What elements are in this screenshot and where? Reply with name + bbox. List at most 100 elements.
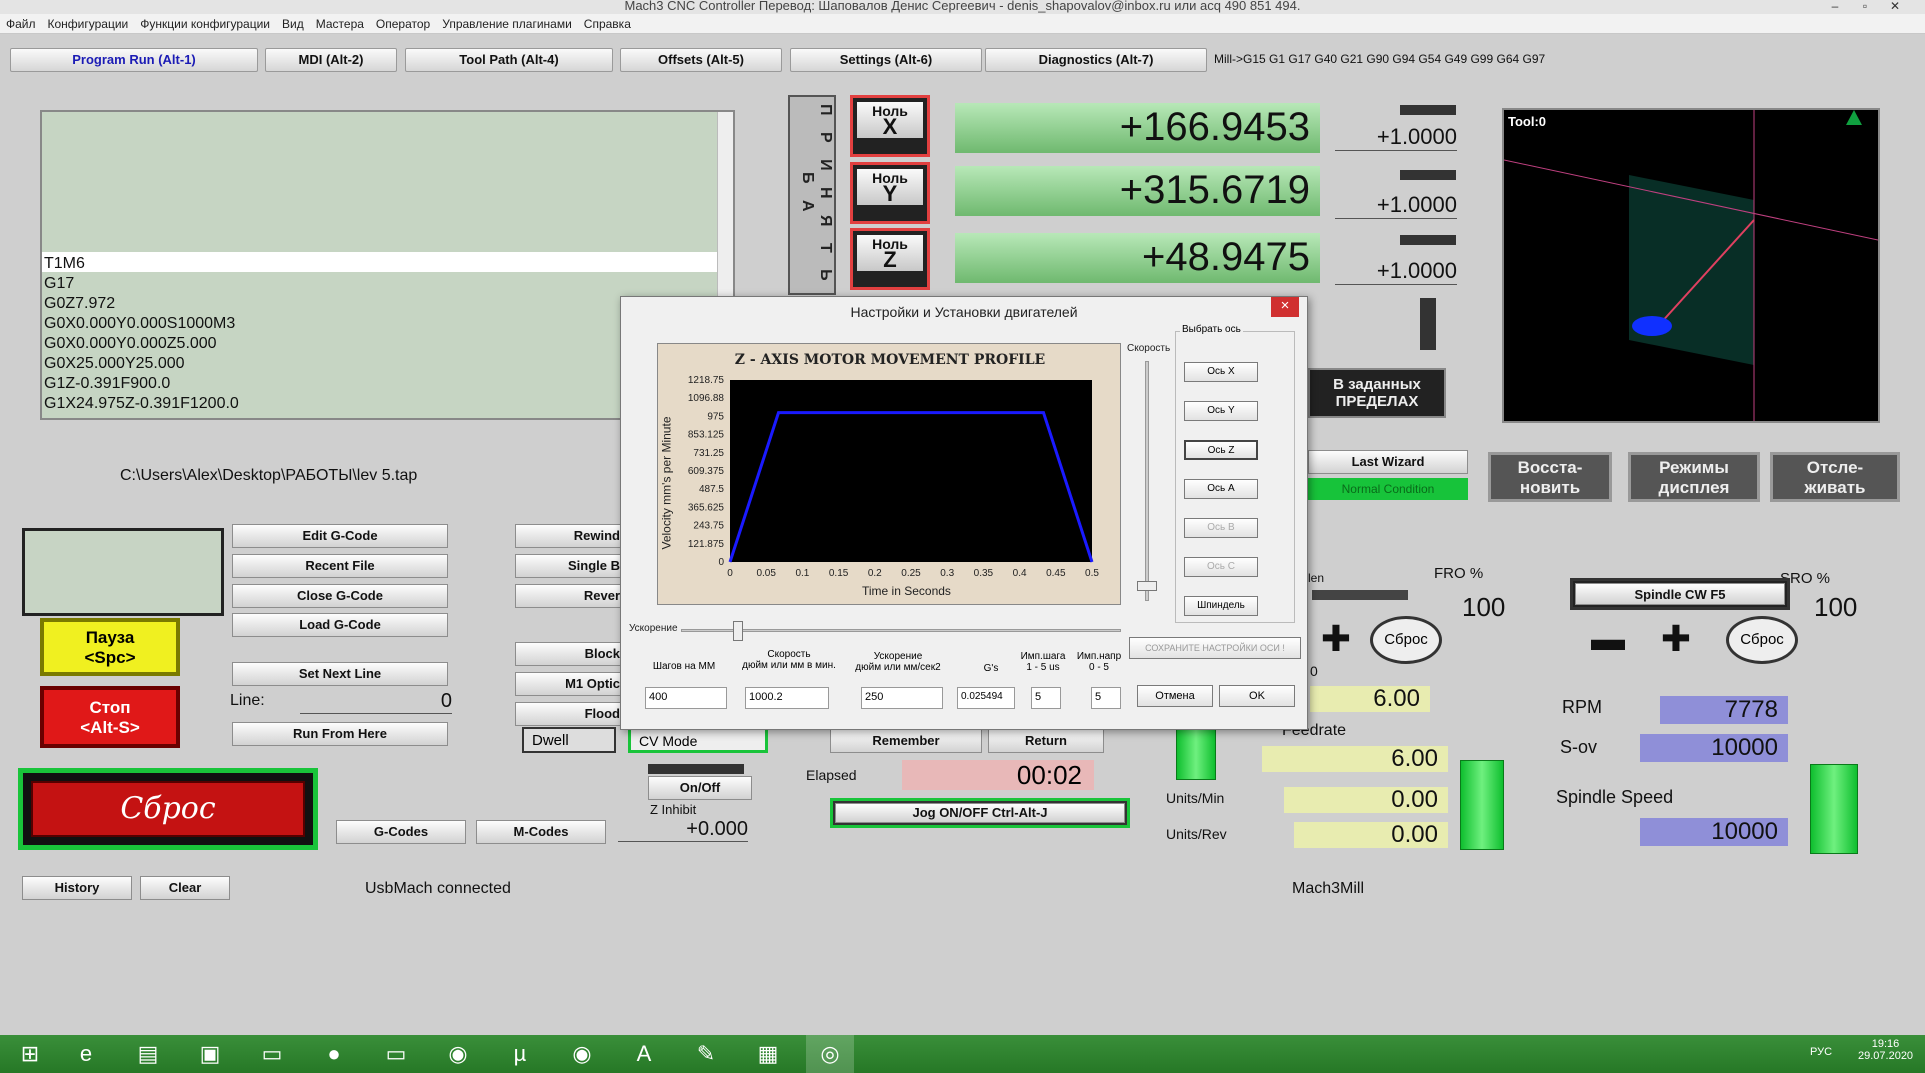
ok-button[interactable]: OK — [1219, 685, 1295, 707]
block-delete-button[interactable]: Block — [515, 642, 623, 666]
language-indicator[interactable]: РУС — [1810, 1046, 1832, 1058]
store-icon[interactable]: ▣ — [186, 1035, 234, 1073]
clear-button[interactable]: Clear — [140, 876, 230, 900]
last-wizard-button[interactable]: Last Wizard — [1308, 450, 1468, 474]
flood-button[interactable]: Flood — [515, 702, 623, 726]
single-block-button[interactable]: Single B — [515, 554, 623, 578]
fro-reset-button[interactable]: Сброс — [1370, 616, 1442, 664]
steps-per-mm-input[interactable]: 400 — [645, 687, 727, 709]
z-inhibit-onoff-button[interactable]: On/Off — [648, 776, 752, 800]
mach3-icon[interactable]: ◎ — [806, 1035, 854, 1073]
axis-c-button[interactable]: Ось C — [1184, 557, 1258, 577]
axis-z-button[interactable]: Ось Z — [1184, 440, 1258, 460]
cancel-button[interactable]: Отмена — [1137, 685, 1213, 707]
menu-plugins[interactable]: Управление плагинами — [436, 14, 578, 34]
limits-button[interactable]: В заданных ПРЕДЕЛАХ — [1308, 368, 1446, 418]
axis-b-button[interactable]: Ось B — [1184, 518, 1258, 538]
save-axis-settings-button[interactable]: СОХРАНИТЕ НАСТРОЙКИ ОСИ ! — [1129, 637, 1301, 659]
menu-operator[interactable]: Оператор — [370, 14, 436, 34]
acceleration-input[interactable]: 250 — [861, 687, 943, 709]
recent-file-button[interactable]: Recent File — [232, 554, 448, 578]
cad-icon[interactable]: A — [620, 1035, 668, 1073]
fro-up-icon[interactable]: ✚ — [1312, 621, 1360, 658]
tab-tool-path[interactable]: Tool Path (Alt-4) — [405, 48, 613, 72]
monitor-icon[interactable]: ▭ — [248, 1035, 296, 1073]
set-next-line-button[interactable]: Set Next Line — [232, 662, 448, 686]
tab-program-run[interactable]: Program Run (Alt-1) — [10, 48, 258, 72]
history-button[interactable]: History — [22, 876, 132, 900]
speed-slider-track[interactable] — [1145, 361, 1149, 601]
tab-offsets[interactable]: Offsets (Alt-5) — [620, 48, 782, 72]
menu-file[interactable]: Файл — [0, 14, 42, 34]
fro-label: FRO % — [1434, 565, 1484, 582]
speed-slider-thumb[interactable] — [1137, 581, 1157, 591]
sro-down-icon[interactable]: ▬ — [1584, 622, 1632, 658]
display-mode-button[interactable]: Режимы дисплея — [1628, 452, 1760, 502]
dialog-close-button[interactable]: × — [1271, 297, 1299, 317]
pause-button[interactable]: Пауза <Spc> — [40, 618, 180, 676]
cv-mode-indicator[interactable]: CV Mode — [628, 727, 768, 753]
gcode-line: G0X0.000Y0.000S1000M3 — [44, 315, 236, 332]
accel-slider-track[interactable] — [681, 629, 1121, 632]
axis-y-button[interactable]: Ось Y — [1184, 401, 1258, 421]
x-tick-label: 0.3 — [940, 568, 954, 579]
close-gcode-button[interactable]: Close G-Code — [232, 584, 448, 608]
spindle-axis-button[interactable]: Шпиндель — [1184, 596, 1258, 616]
menu-wizards[interactable]: Мастера — [310, 14, 370, 34]
ie-icon[interactable]: e — [62, 1035, 110, 1073]
editor-icon[interactable]: ✎ — [682, 1035, 730, 1073]
app-icon[interactable]: ● — [310, 1035, 358, 1073]
return-button[interactable]: Return — [988, 729, 1104, 753]
start-icon[interactable]: ⊞ — [6, 1035, 54, 1073]
step-pulse-input[interactable]: 5 — [1031, 687, 1061, 709]
velocity-input[interactable]: 1000.2 — [745, 687, 829, 709]
chrome-2-icon[interactable]: ◉ — [558, 1035, 606, 1073]
tab-mdi[interactable]: MDI (Alt-2) — [265, 48, 397, 72]
restore-button[interactable]: Восста- новить — [1488, 452, 1612, 502]
track-button[interactable]: Отсле- живать — [1770, 452, 1900, 502]
spindle-cw-button[interactable]: Spindle CW F5 — [1575, 583, 1785, 605]
spindle-speed-label: Spindle Speed — [1556, 787, 1674, 807]
axis-x-button[interactable]: Ось X — [1184, 362, 1258, 382]
stop-button[interactable]: Стоп <Alt-S> — [40, 686, 180, 748]
mcodes-button[interactable]: M-Codes — [476, 820, 606, 844]
maximize-button[interactable]: ▫ — [1850, 0, 1880, 14]
remember-button[interactable]: Remember — [830, 729, 982, 753]
reverse-run-button[interactable]: Rever — [515, 584, 623, 608]
zero-x-button[interactable]: Ноль X — [850, 95, 930, 157]
dir-pulse-label: Имп.напр 0 - 5 — [1076, 651, 1122, 673]
zero-y-button[interactable]: Ноль Y — [850, 162, 930, 224]
m1-optional-stop-button[interactable]: M1 Optic — [515, 672, 623, 696]
dir-pulse-input[interactable]: 5 — [1091, 687, 1121, 709]
accel-slider-thumb[interactable] — [733, 621, 743, 641]
menu-view[interactable]: Вид — [276, 14, 310, 34]
chrome-icon[interactable]: ◉ — [434, 1035, 482, 1073]
utorrent-icon[interactable]: µ — [496, 1035, 544, 1073]
menu-help[interactable]: Справка — [578, 14, 637, 34]
sro-reset-button[interactable]: Сброс — [1726, 616, 1798, 664]
toolpath-view[interactable]: Tool:0 — [1502, 108, 1880, 423]
tab-settings[interactable]: Settings (Alt-6) — [790, 48, 982, 72]
load-gcode-button[interactable]: Load G-Code — [232, 613, 448, 637]
viewer-icon[interactable]: ▦ — [744, 1035, 792, 1073]
menu-config[interactable]: Конфигурации — [42, 14, 135, 34]
jog-toggle-button[interactable]: Jog ON/OFF Ctrl-Alt-J — [835, 803, 1125, 823]
minimize-button[interactable]: – — [1820, 0, 1850, 14]
run-from-here-button[interactable]: Run From Here — [232, 722, 448, 746]
dwell-indicator: Dwell — [522, 727, 616, 753]
folder-icon[interactable]: ▤ — [124, 1035, 172, 1073]
reset-button[interactable]: Сброс — [31, 781, 305, 837]
remote-icon[interactable]: ▭ — [372, 1035, 420, 1073]
axis-a-button[interactable]: Ось A — [1184, 479, 1258, 499]
zero-z-button[interactable]: Ноль Z — [850, 228, 930, 290]
menu-config-functions[interactable]: Функции конфигурации — [134, 14, 276, 34]
rewind-button[interactable]: Rewind — [515, 524, 623, 548]
tab-diagnostics[interactable]: Diagnostics (Alt-7) — [985, 48, 1207, 72]
clock[interactable]: 19:16 29.07.2020 — [1858, 1038, 1913, 1062]
close-window-button[interactable]: ✕ — [1880, 0, 1910, 14]
edit-gcode-button[interactable]: Edit G-Code — [232, 524, 448, 548]
line-input[interactable]: 0 — [300, 690, 452, 714]
accept-vertical-label[interactable]: П Р И Н Я Т Ь Б А — [788, 95, 836, 295]
sro-up-icon[interactable]: ✚ — [1652, 621, 1700, 658]
gcodes-button[interactable]: G-Codes — [336, 820, 466, 844]
